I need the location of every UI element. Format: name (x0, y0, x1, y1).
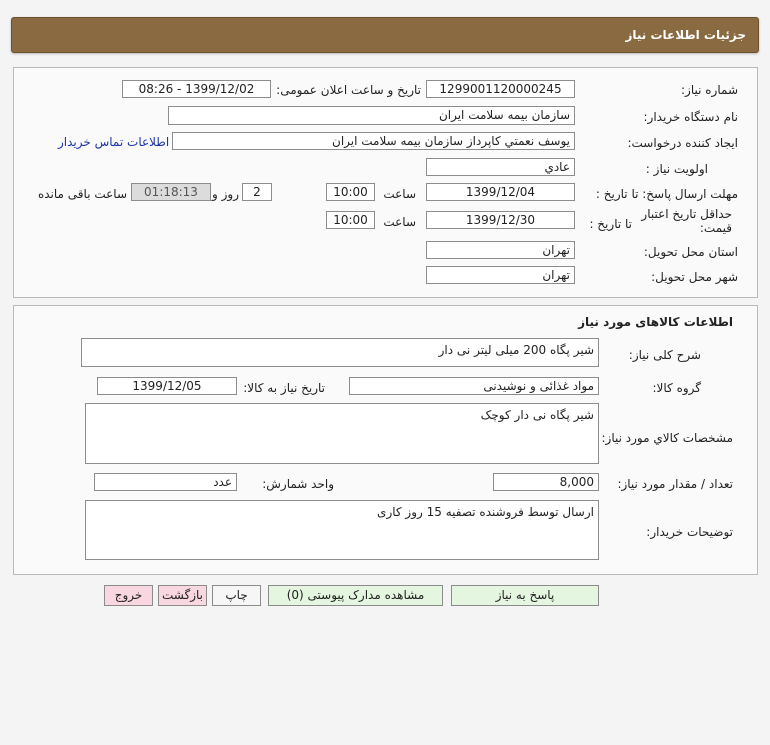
price-validity-label: حداقل تاریخ اعتبار قیمت: (641, 207, 732, 235)
goods-group-label: گروه کالا: (652, 381, 702, 395)
quantity-field: 8,000 (493, 473, 599, 491)
exit-button[interactable]: خروج (104, 585, 153, 606)
page-title-bar: جزئیات اطلاعات نیاز (11, 17, 759, 53)
general-desc-field: شیر پگاه 200 میلی لیتر نی دار (81, 338, 599, 367)
creator-field: یوسف نعمتي کاپرداز سازمان بیمه سلامت ایر… (172, 132, 575, 150)
remaining-days-field: 2 (242, 183, 272, 201)
remaining-days-label: روز و (212, 187, 239, 201)
buyer-contact-link[interactable]: اطلاعات تماس خریدار (58, 135, 169, 149)
need-date-label: تاریخ نیاز به کالا: (243, 381, 325, 395)
delivery-city-field: تهران (426, 266, 575, 284)
goods-specs-field: شیر پگاه نی دار کوچک (85, 403, 599, 464)
need-date-field: 1399/12/05 (97, 377, 237, 395)
buyer-notes-label: توضیحات خریدار: (646, 525, 733, 539)
price-validity-time-field: 10:00 (326, 211, 375, 229)
goods-section-title: اطلاعات کالاهای مورد نیاز (578, 315, 733, 329)
price-validity-to-label: تا تاریخ : (589, 217, 632, 231)
priority-field: عادي (426, 158, 575, 176)
need-number-field: 1299001120000245 (426, 80, 575, 98)
unit-label: واحد شمارش: (262, 477, 334, 491)
delivery-province-label: استان محل تحویل: (643, 245, 738, 259)
announce-datetime-field: 1399/12/02 - 08:26 (122, 80, 271, 98)
delivery-city-label: شهر محل تحویل: (651, 270, 738, 284)
goods-group-field: مواد غذائی و نوشیدنی (349, 377, 599, 395)
price-validity-date-field: 1399/12/30 (426, 211, 575, 229)
need-info-panel (13, 67, 758, 298)
print-button[interactable]: چاپ (212, 585, 261, 606)
deadline-time-label: ساعت (383, 187, 416, 201)
unit-field: عدد (94, 473, 237, 491)
remaining-time-field: 01:18:13 (131, 183, 211, 201)
back-button[interactable]: بازگشت (158, 585, 207, 606)
deadline-label: مهلت ارسال پاسخ: تا تاریخ : (595, 187, 738, 201)
announce-datetime-label: تاریخ و ساعت اعلان عمومی: (276, 83, 421, 97)
reply-button[interactable]: پاسخ به نیاز (451, 585, 599, 606)
buyer-org-label: نام دستگاه خریدار: (643, 110, 739, 124)
attachments-button[interactable]: مشاهده مدارک پیوستی (0) (268, 585, 443, 606)
creator-label: ایجاد کننده درخواست: (627, 136, 738, 150)
need-number-label: شماره نیاز: (681, 83, 738, 97)
priority-label: اولویت نیاز : (645, 162, 708, 176)
price-validity-time-label: ساعت (383, 215, 416, 229)
goods-specs-label: مشخصات کالاي مورد نیاز: (601, 431, 733, 445)
delivery-province-field: تهران (426, 241, 575, 259)
remaining-time-label: ساعت باقی مانده (37, 187, 127, 201)
deadline-time-field: 10:00 (326, 183, 375, 201)
buyer-org-field: سازمان بیمه سلامت ایران (168, 106, 575, 125)
quantity-label: تعداد / مقدار مورد نیاز: (617, 477, 733, 491)
deadline-date-field: 1399/12/04 (426, 183, 575, 201)
general-desc-label: شرح کلی نیاز: (628, 348, 701, 362)
page-title: جزئیات اطلاعات نیاز (625, 28, 746, 42)
buyer-notes-field: ارسال توسط فروشنده تصفیه 15 روز کاری (85, 500, 599, 560)
